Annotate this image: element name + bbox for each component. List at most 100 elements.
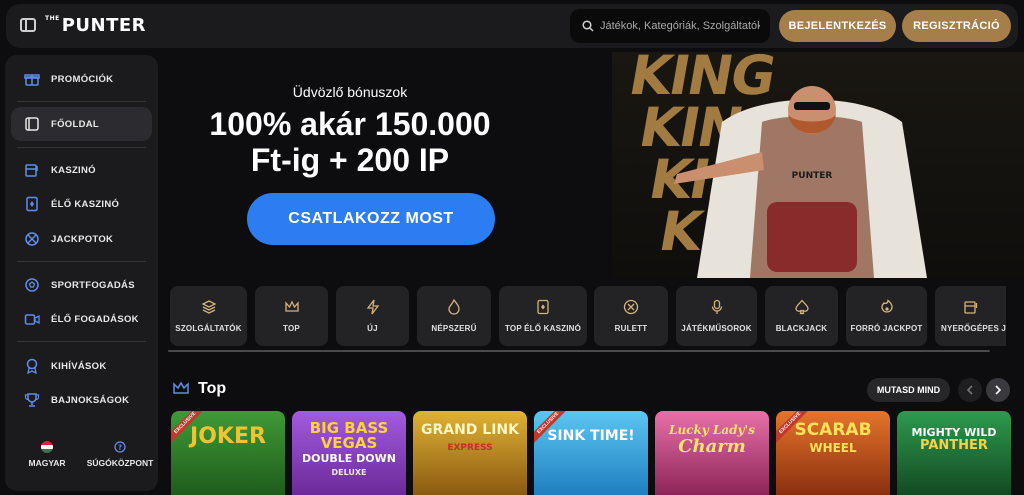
home-icon — [23, 115, 41, 133]
category-new[interactable]: ÚJ — [336, 286, 409, 346]
game-name: SINK TIME! — [547, 428, 635, 444]
chevron-right-icon — [995, 385, 1002, 395]
divider — [17, 101, 146, 102]
microphone-icon — [711, 299, 722, 314]
sidebar-item-sports-betting[interactable]: SPORTFOGADÁS — [11, 268, 152, 302]
gift-icon — [23, 70, 41, 88]
trophy-icon — [23, 391, 41, 409]
game-tile[interactable]: BIG BASS VEGAS DOUBLE DOWN DELUXE — [292, 411, 406, 495]
sidebar-item-live-betting[interactable]: ÉLŐ FOGADÁSOK — [11, 302, 152, 336]
category-roulette[interactable]: RULETT — [594, 286, 668, 346]
game-tile[interactable]: MIGHTY WILD PANTHER — [897, 411, 1011, 495]
game-name: JOKER — [190, 424, 266, 449]
hero-subtitle: Üdvözlő bónuszok — [292, 84, 408, 100]
sidebar-item-label: ÉLŐ FOGADÁSOK — [51, 313, 139, 325]
register-button[interactable]: REGISZTRÁCIÓ — [902, 10, 1011, 42]
sidebar-item-live-casino[interactable]: ÉLŐ KASZINÓ — [11, 187, 152, 221]
search-icon — [582, 20, 594, 32]
divider — [17, 147, 146, 148]
sidebar-item-home[interactable]: FŐOLDAL — [11, 107, 152, 141]
search-bar[interactable] — [570, 9, 770, 43]
sidebar-item-jackpots[interactable]: JACKPOTOK — [11, 222, 152, 256]
game-tile[interactable]: EXCLUSIVE JOKER — [171, 411, 285, 495]
help-label: SÚGÓKÖZPONT — [86, 458, 154, 468]
sidebar-item-label: SPORTFOGADÁS — [51, 279, 135, 291]
slot-icon — [963, 301, 977, 314]
game-tile[interactable]: EXCLUSIVE SCARAB WHEEL — [776, 411, 890, 495]
slot-machine-icon — [23, 161, 41, 179]
logo[interactable]: THE PUNTER — [45, 15, 146, 36]
sidebar-item-label: ÉLŐ KASZINÓ — [51, 198, 120, 210]
category-game-shows[interactable]: JÁTÉKMŰSOROK — [676, 286, 757, 346]
sidebar-item-label: KIHÍVÁSOK — [51, 360, 107, 372]
sidebar-item-label: FŐOLDAL — [51, 118, 100, 130]
category-scrollbar[interactable] — [168, 350, 990, 352]
search-input[interactable] — [600, 20, 760, 32]
sidebar-item-label: PROMÓCIÓK — [51, 73, 114, 85]
sidebar: PROMÓCIÓK FŐOLDAL KASZINÓ ÉLŐ KASZINÓ JA… — [5, 55, 158, 491]
language-selector[interactable]: MAGYAR — [25, 441, 69, 468]
roulette-icon — [623, 299, 639, 315]
badge-icon — [23, 357, 41, 375]
sidebar-item-label: BAJNOKSÁGOK — [51, 394, 130, 406]
live-video-icon — [23, 310, 41, 328]
sidebar-item-casino[interactable]: KASZINÓ — [11, 153, 152, 187]
hero-banner: KING KING KING KING PUNTER Üdvözlő bónus… — [160, 52, 1024, 278]
mascot-illustration: PUNTER — [674, 86, 927, 278]
sidebar-footer: MAGYAR ? SÚGÓKÖZPONT — [5, 427, 158, 491]
sidebar-item-tournaments[interactable]: BAJNOKSÁGOK — [11, 383, 152, 417]
sidebar-item-promotions[interactable]: PROMÓCIÓK — [11, 62, 152, 96]
help-icon: ? — [114, 441, 126, 453]
join-now-button[interactable]: CSATLAKOZZ MOST — [247, 193, 495, 245]
game-name: SCARAB — [794, 420, 872, 440]
sidebar-item-challenges[interactable]: KIHÍVÁSOK — [11, 349, 152, 383]
category-top[interactable]: TOP — [255, 286, 328, 346]
category-slots[interactable]: NYERŐGÉPES JÁ — [935, 286, 1006, 346]
game-subtitle: WHEEL — [809, 441, 857, 455]
svg-text:PUNTER: PUNTER — [792, 171, 833, 181]
category-hot-jackpot[interactable]: FORRÓ JACKPOT — [846, 286, 927, 346]
hungary-flag-icon — [41, 441, 53, 453]
jackpot-icon — [23, 230, 41, 248]
category-providers[interactable]: SZOLGÁLTATÓK — [170, 286, 247, 346]
category-top-live-casino[interactable]: TOP ÉLŐ KASZINÓ — [499, 286, 587, 346]
game-name: BIG BASS VEGAS — [309, 419, 389, 452]
category-blackjack[interactable]: BLACKJACK — [765, 286, 838, 346]
live-card-icon — [537, 299, 549, 315]
scroll-left-button[interactable] — [958, 378, 982, 402]
game-subtitle: EXPRESS — [447, 443, 493, 453]
chevron-left-icon — [966, 385, 973, 395]
game-name: GRAND LINK — [420, 422, 519, 438]
spade-icon — [794, 299, 809, 315]
sidebar-item-label: JACKPOTOK — [51, 233, 114, 245]
ball-icon — [23, 276, 41, 294]
category-popular[interactable]: NÉPSZERŰ — [417, 286, 491, 346]
help-center-link[interactable]: ? SÚGÓKÖZPONT — [87, 441, 153, 468]
show-all-button[interactable]: MUTASD MIND — [867, 378, 950, 402]
game-subtitle: PANTHER — [920, 438, 988, 453]
divider — [17, 341, 146, 342]
game-subtitle: DOUBLE DOWN — [302, 452, 396, 465]
game-subtitle: DELUXE — [331, 468, 367, 477]
language-label: MAGYAR — [28, 458, 66, 468]
section-title: Top — [198, 380, 227, 397]
divider — [17, 261, 146, 262]
game-tile[interactable]: Lucky Lady's Charm — [655, 411, 769, 495]
game-tile[interactable]: GRAND LINK EXPRESS — [413, 411, 527, 495]
hot-jackpot-icon — [880, 299, 893, 313]
crown-icon — [284, 300, 299, 312]
login-button[interactable]: BEJELENTKEZÉS — [779, 10, 896, 42]
hero-title: 100% akár 150.000 Ft-ig + 200 IP — [209, 106, 491, 178]
card-icon — [23, 195, 41, 213]
sidebar-item-label: KASZINÓ — [51, 164, 96, 176]
sidebar-toggle-icon[interactable] — [20, 18, 36, 32]
flame-icon — [448, 299, 460, 315]
lightning-icon — [366, 299, 379, 315]
layers-icon — [201, 300, 216, 314]
header: THEPUNTER BEJELENTKEZÉS REGISZTRÁCIÓ — [0, 0, 1024, 52]
svg-text:?: ? — [118, 444, 122, 452]
game-subtitle: Charm — [678, 436, 746, 457]
game-tile[interactable]: EXCLUSIVE SINK TIME! — [534, 411, 648, 495]
scroll-right-button[interactable] — [986, 378, 1010, 402]
hero-image[interactable]: KING KING KING KING PUNTER — [612, 52, 1024, 278]
